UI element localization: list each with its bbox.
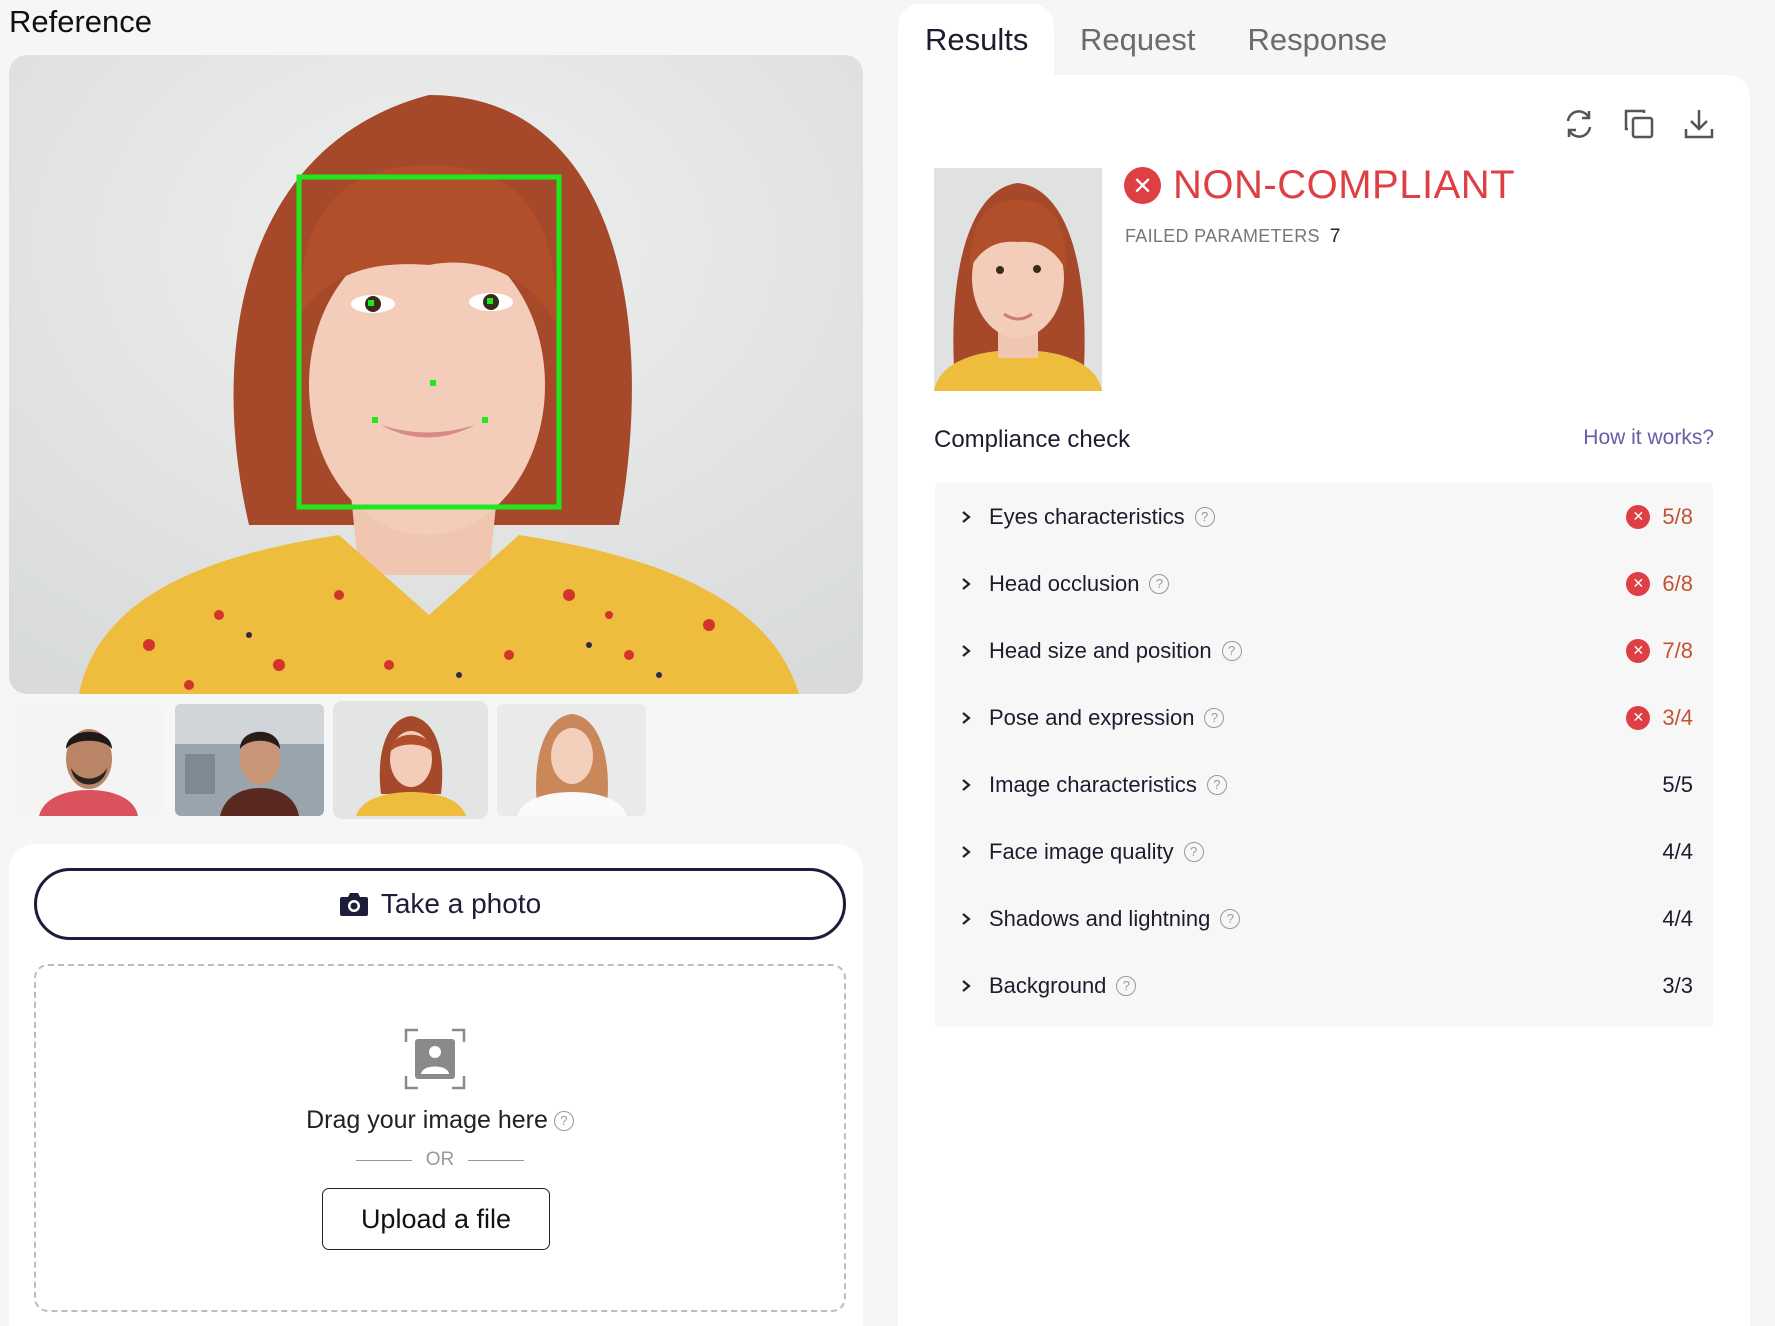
divider-line-right — [468, 1159, 525, 1161]
copy-icon[interactable] — [1622, 107, 1656, 141]
help-icon[interactable]: ? — [1221, 640, 1242, 661]
compliance-item-result: 3/3 — [1662, 973, 1693, 999]
compliance-item-label: Background — [989, 972, 1107, 998]
compliance-item[interactable]: Image characteristics? 5/5 — [935, 751, 1713, 818]
compliance-item-label: Face image quality — [989, 838, 1174, 864]
compliance-item-result: ✕ 6/8 — [1626, 571, 1693, 597]
drag-text: Drag your image here? — [36, 1106, 844, 1135]
refresh-icon[interactable] — [1562, 107, 1596, 141]
compliance-item-label: Head occlusion — [989, 570, 1140, 596]
x-circle-icon: ✕ — [1626, 571, 1651, 596]
chevron-right-icon — [962, 577, 971, 590]
thumb-man-office[interactable] — [175, 704, 324, 816]
help-icon[interactable]: ? — [553, 1111, 574, 1132]
x-circle-icon: ✕ — [1124, 167, 1161, 204]
compliance-item-label: Image characteristics — [989, 771, 1197, 797]
or-label: OR — [425, 1149, 455, 1170]
compliance-item-score: 3/3 — [1662, 972, 1693, 998]
chevron-right-icon — [962, 778, 971, 791]
failed-parameters-label: FAILED PARAMETERS — [1125, 226, 1320, 246]
or-divider: OR — [36, 1149, 844, 1171]
reference-photo — [9, 55, 863, 694]
thumb-man-red-shirt[interactable] — [14, 704, 163, 816]
image-upload-icon — [404, 1028, 466, 1090]
download-icon[interactable] — [1682, 107, 1716, 141]
compliance-item-score: 4/4 — [1662, 905, 1693, 931]
drag-label: Drag your image here — [306, 1106, 548, 1134]
upload-card: Take a photo Drag your image here? OR Up… — [9, 844, 863, 1326]
status-label: NON-COMPLIANT — [1173, 163, 1516, 207]
chevron-right-icon — [962, 912, 971, 925]
compliance-item-result: ✕ 3/4 — [1626, 705, 1693, 731]
help-icon[interactable]: ? — [1220, 908, 1241, 929]
failed-parameters: FAILED PARAMETERS 7 — [1125, 226, 1341, 248]
x-circle-icon: ✕ — [1626, 504, 1651, 529]
compliance-item-score: 4/4 — [1662, 838, 1693, 864]
thumbnail-strip — [14, 701, 646, 819]
compliance-item-label: Shadows and lightning — [989, 905, 1211, 931]
compliance-item-result: 4/4 — [1662, 839, 1693, 865]
compliance-item-score: 6/8 — [1662, 570, 1693, 596]
compliance-item-score: 7/8 — [1662, 637, 1693, 663]
help-icon[interactable]: ? — [1204, 707, 1225, 728]
compliance-item-score: 5/8 — [1662, 503, 1693, 529]
divider-line-left — [355, 1159, 412, 1161]
help-icon[interactable]: ? — [1149, 573, 1170, 594]
compliance-check-title: Compliance check — [934, 426, 1131, 453]
compliance-item-score: 3/4 — [1662, 704, 1693, 730]
result-tabs: Results Request Response — [898, 4, 1413, 76]
result-face-photo — [934, 168, 1102, 391]
chevron-right-icon — [962, 711, 971, 724]
take-photo-button[interactable]: Take a photo — [34, 868, 846, 940]
compliance-item-result: ✕ 5/8 — [1626, 504, 1693, 530]
camera-icon — [339, 893, 368, 916]
compliance-item[interactable]: Background? 3/3 — [935, 952, 1713, 1019]
x-circle-icon: ✕ — [1626, 705, 1651, 730]
compliance-item[interactable]: Head size and position? ✕ 7/8 — [935, 617, 1713, 684]
help-icon[interactable]: ? — [1194, 506, 1215, 527]
compliance-item-label: Head size and position — [989, 637, 1212, 663]
tab-response[interactable]: Response — [1221, 4, 1413, 76]
chevron-right-icon — [962, 644, 971, 657]
compliance-item-score: 5/5 — [1662, 771, 1693, 797]
compliance-item[interactable]: Eyes characteristics? ✕ 5/8 — [935, 483, 1713, 550]
failed-parameters-count: 7 — [1329, 226, 1341, 247]
drop-zone[interactable]: Drag your image here? OR Upload a file — [34, 964, 846, 1312]
take-photo-label: Take a photo — [380, 888, 542, 919]
help-icon[interactable]: ? — [1206, 774, 1227, 795]
compliance-item-label: Pose and expression — [989, 704, 1195, 730]
results-panel: ✕ NON-COMPLIANT FAILED PARAMETERS 7 Compl… — [898, 75, 1750, 1326]
help-icon[interactable]: ? — [1116, 975, 1137, 996]
results-toolbar — [1562, 107, 1716, 141]
chevron-right-icon — [962, 845, 971, 858]
compliance-item[interactable]: Shadows and lightning? 4/4 — [935, 885, 1713, 952]
compliance-item-label: Eyes characteristics — [989, 503, 1185, 529]
how-it-works-link[interactable]: How it works? — [1583, 426, 1714, 450]
tab-request[interactable]: Request — [1054, 4, 1221, 76]
help-icon[interactable]: ? — [1183, 841, 1204, 862]
reference-title: Reference — [9, 4, 153, 39]
status-row: ✕ NON-COMPLIANT — [1124, 163, 1515, 208]
compliance-item-result: 5/5 — [1662, 772, 1693, 798]
compliance-item[interactable]: Pose and expression? ✕ 3/4 — [935, 684, 1713, 751]
compliance-item[interactable]: Face image quality? 4/4 — [935, 818, 1713, 885]
chevron-right-icon — [962, 510, 971, 523]
compliance-item-result: 4/4 — [1662, 906, 1693, 932]
chevron-right-icon — [962, 979, 971, 992]
x-circle-icon: ✕ — [1626, 638, 1651, 663]
tab-results[interactable]: Results — [898, 4, 1054, 76]
upload-file-button[interactable]: Upload a file — [322, 1188, 550, 1250]
compliance-item-result: ✕ 7/8 — [1626, 638, 1693, 664]
thumb-woman-smiling[interactable] — [497, 704, 646, 816]
thumb-woman-yellow[interactable] — [333, 701, 488, 819]
compliance-list: Eyes characteristics? ✕ 5/8 Head occlusion?… — [935, 483, 1713, 1027]
compliance-item[interactable]: Head occlusion? ✕ 6/8 — [935, 550, 1713, 617]
